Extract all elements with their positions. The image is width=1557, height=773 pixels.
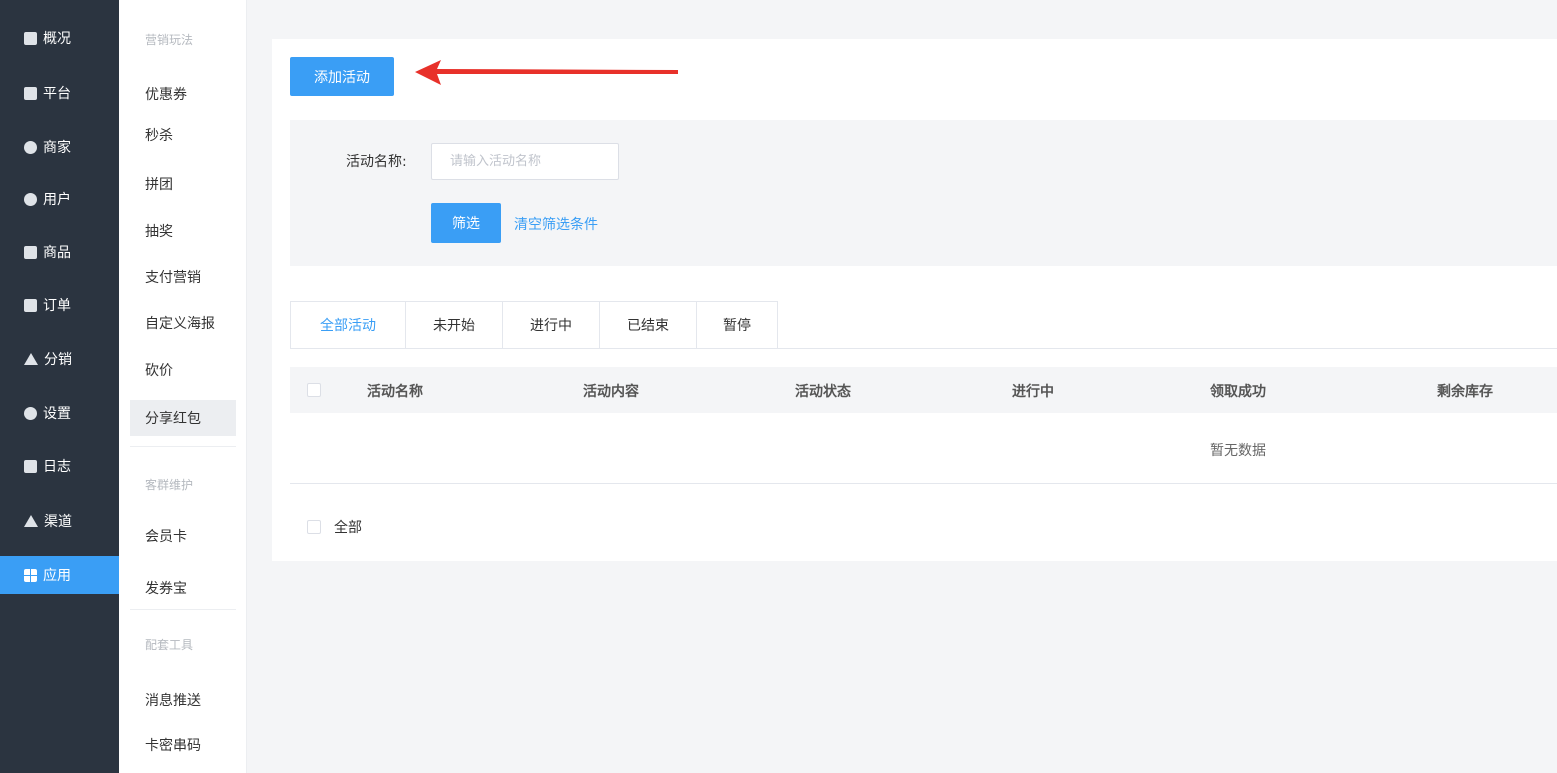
apps-grid-icon <box>24 568 37 582</box>
submenu-item-lottery[interactable]: 抽奖 <box>130 213 236 249</box>
nav-item-label: 订单 <box>43 298 71 314</box>
nav-item-log[interactable]: 日志 <box>0 447 119 485</box>
nav-item-platform[interactable]: 平台 <box>0 74 119 112</box>
channel-icon <box>24 515 38 527</box>
nav-item-user[interactable]: 用户 <box>0 180 119 218</box>
tab-ended[interactable]: 已结束 <box>600 301 697 349</box>
submenu-item-coupon[interactable]: 优惠券 <box>130 76 236 112</box>
column-header: 剩余库存 <box>1437 384 1493 400</box>
activity-name-input[interactable] <box>431 143 619 180</box>
monitor-icon <box>24 31 37 45</box>
user-icon <box>24 192 37 206</box>
tab-in-progress[interactable]: 进行中 <box>503 301 600 349</box>
tab-paused[interactable]: 暂停 <box>697 301 778 349</box>
submenu-panel: 营销玩法 优惠券 秒杀 拼团 抽奖 支付营销 自定义海报 砍价 分享红包 客群维… <box>119 0 247 773</box>
submenu-item-share-red-packet[interactable]: 分享红包 <box>130 400 236 436</box>
column-header: 活动内容 <box>583 384 639 400</box>
submenu-group-title: 营销玩法 <box>145 33 194 47</box>
main-sidebar: 概况 平台 商家 用户 商品 订单 分销 设置 日志 渠道 应用 <box>0 0 119 773</box>
nav-item-order[interactable]: 订单 <box>0 286 119 324</box>
header-checkbox[interactable] <box>307 383 321 397</box>
empty-state-text: 暂无数据 <box>1210 443 1266 459</box>
submenu-item-card-code[interactable]: 卡密串码 <box>130 727 236 763</box>
submenu-group-title: 客群维护 <box>145 478 194 492</box>
submenu-divider <box>130 609 236 610</box>
submenu-item-message-push[interactable]: 消息推送 <box>130 682 236 718</box>
product-icon <box>24 245 37 259</box>
activity-name-label: 活动名称: <box>346 154 407 170</box>
column-header: 进行中 <box>1012 384 1054 400</box>
main-content-card: 添加活动 活动名称: 筛选 清空筛选条件 全部活动 未开始 进行中 已结束 暂停… <box>272 39 1557 561</box>
tab-not-started[interactable]: 未开始 <box>406 301 503 349</box>
desktop-icon <box>24 86 37 100</box>
column-header: 领取成功 <box>1210 384 1266 400</box>
filter-panel: 活动名称: 筛选 清空筛选条件 <box>290 120 1557 266</box>
submenu-item-group-buy[interactable]: 拼团 <box>130 166 236 202</box>
nav-item-overview[interactable]: 概况 <box>0 19 119 57</box>
select-all-label: 全部 <box>334 520 362 536</box>
submenu-item-seckill[interactable]: 秒杀 <box>130 117 236 153</box>
log-icon <box>24 459 37 473</box>
clear-filter-link[interactable]: 清空筛选条件 <box>514 214 598 234</box>
table-header: 活动名称 活动内容 活动状态 进行中 领取成功 剩余库存 <box>290 367 1557 413</box>
column-header: 活动状态 <box>795 384 851 400</box>
nav-item-settings[interactable]: 设置 <box>0 394 119 432</box>
filter-button[interactable]: 筛选 <box>431 203 501 243</box>
nav-item-label: 日志 <box>43 459 71 475</box>
submenu-item-coupon-treasure[interactable]: 发券宝 <box>130 570 236 606</box>
distribution-icon <box>24 353 38 365</box>
nav-item-merchant[interactable]: 商家 <box>0 128 119 166</box>
nav-item-label: 商品 <box>43 245 71 261</box>
submenu-item-bargain[interactable]: 砍价 <box>130 352 236 388</box>
tabs-baseline <box>290 348 1557 349</box>
store-icon <box>24 140 37 154</box>
annotation-arrow-icon <box>415 60 678 85</box>
nav-item-distribution[interactable]: 分销 <box>0 340 119 378</box>
nav-item-label: 设置 <box>43 406 71 422</box>
nav-item-product[interactable]: 商品 <box>0 233 119 271</box>
submenu-item-custom-poster[interactable]: 自定义海报 <box>130 305 236 341</box>
gear-icon <box>24 406 37 420</box>
nav-item-label: 分销 <box>44 352 72 368</box>
add-activity-button[interactable]: 添加活动 <box>290 57 394 96</box>
column-header: 活动名称 <box>367 384 423 400</box>
nav-item-apps[interactable]: 应用 <box>0 556 119 594</box>
submenu-divider <box>130 446 236 447</box>
order-icon <box>24 298 37 312</box>
tab-all[interactable]: 全部活动 <box>290 301 406 349</box>
nav-item-label: 平台 <box>43 86 71 102</box>
nav-item-channel[interactable]: 渠道 <box>0 502 119 540</box>
table-bottom-divider <box>290 483 1557 484</box>
nav-item-label: 概况 <box>43 31 71 47</box>
nav-item-label: 渠道 <box>44 514 72 530</box>
submenu-item-member-card[interactable]: 会员卡 <box>130 518 236 554</box>
nav-item-label: 用户 <box>43 192 71 208</box>
status-tabs: 全部活动 未开始 进行中 已结束 暂停 <box>290 301 778 349</box>
select-all-checkbox[interactable] <box>307 520 321 534</box>
submenu-item-payment-marketing[interactable]: 支付营销 <box>130 259 236 295</box>
submenu-group-title: 配套工具 <box>145 638 194 652</box>
nav-item-label: 商家 <box>43 140 71 156</box>
nav-item-label: 应用 <box>43 568 71 584</box>
